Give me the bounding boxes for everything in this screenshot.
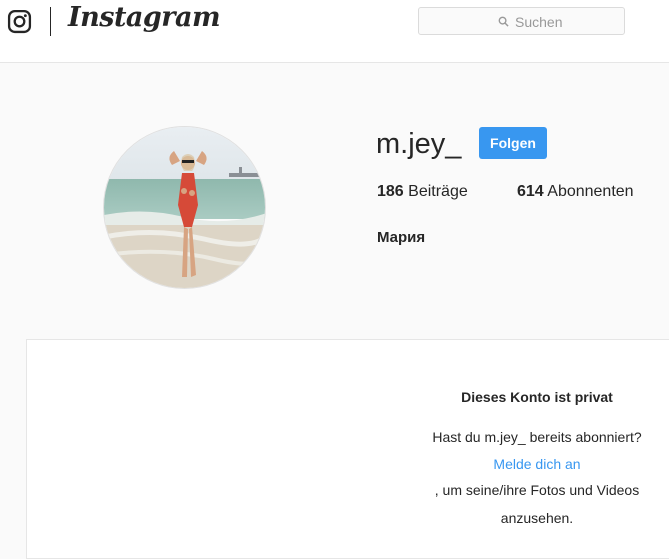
posts-count-stat: 186 Beiträge [377, 183, 468, 201]
instagram-glyph-icon[interactable] [7, 9, 32, 34]
search-input[interactable] [515, 12, 620, 31]
login-link[interactable]: Melde dich an [493, 456, 580, 472]
search-icon [498, 16, 509, 27]
profile-photo [104, 127, 265, 288]
avatar[interactable] [103, 126, 266, 289]
followers-count-stat[interactable]: 614 Abonnenten [517, 183, 634, 201]
search-box[interactable] [418, 7, 625, 35]
private-account-instruction-end: anzusehen. [500, 510, 574, 526]
logo-divider [50, 7, 51, 36]
posts-label: Beiträge [408, 183, 468, 200]
private-account-panel: Dieses Konto ist privat Hast du m.jey_ b… [26, 339, 669, 559]
private-account-instruction: , um seine/ihre Fotos und Videos [434, 482, 640, 498]
posts-count: 186 [377, 183, 404, 200]
profile-full-name: Мария [377, 229, 426, 246]
profile-username: m.jey_ [376, 128, 462, 160]
followers-count: 614 [517, 183, 544, 200]
top-nav-bar: Instagram [0, 0, 669, 63]
private-account-title: Dieses Konto ist privat [461, 389, 613, 405]
follow-button[interactable]: Folgen [479, 127, 547, 159]
instagram-logo[interactable]: Instagram [68, 2, 221, 33]
followers-label: Abonnenten [547, 183, 634, 200]
private-account-question: Hast du m.jey_ bereits abonniert? [432, 429, 642, 445]
